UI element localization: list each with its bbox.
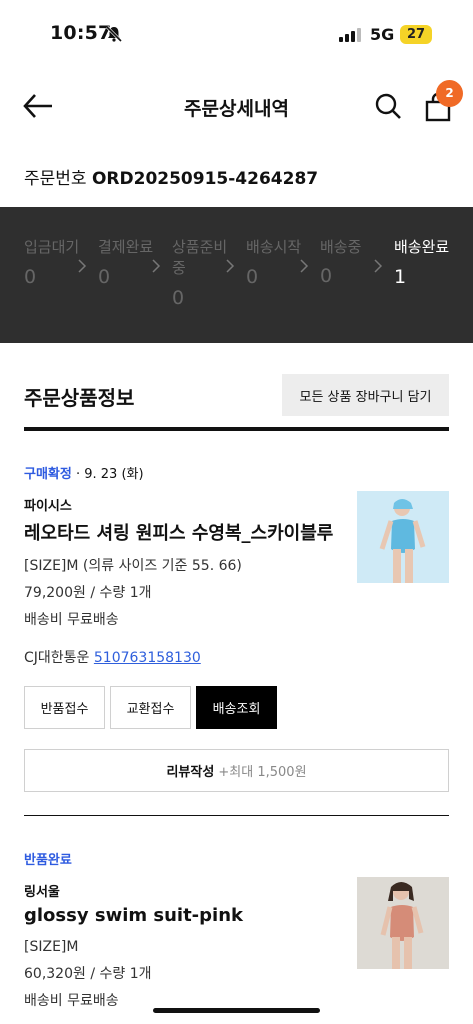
exchange-request-button[interactable]: 교환접수 bbox=[110, 686, 191, 729]
chevron-right-icon bbox=[226, 259, 235, 273]
app-header: 주문상세내역 2 bbox=[0, 80, 473, 136]
step-count: 0 bbox=[246, 266, 259, 288]
step-label: 상품준비중 bbox=[172, 238, 228, 277]
item-status: 구매확정 bbox=[24, 467, 72, 482]
return-request-button[interactable]: 반품접수 bbox=[24, 686, 105, 729]
track-delivery-button[interactable]: 배송조회 bbox=[196, 686, 277, 729]
clock: 10:57 bbox=[50, 22, 112, 44]
step-count: 1 bbox=[394, 266, 407, 288]
section-title: 주문상품정보 bbox=[24, 386, 135, 410]
carrier-name: CJ대한통운 bbox=[24, 650, 94, 666]
step-count: 0 bbox=[24, 266, 37, 288]
chevron-right-icon bbox=[152, 259, 161, 273]
divider bbox=[24, 427, 449, 431]
tracking-row: CJ대한통운 510763158130 bbox=[24, 647, 201, 667]
product-thumbnail[interactable] bbox=[357, 491, 449, 583]
chevron-right-icon bbox=[374, 259, 383, 273]
step-label: 배송시작 bbox=[246, 238, 302, 256]
item-price-qty: 79,200원 / 수량 1개 bbox=[24, 585, 152, 601]
step-delivered: 배송완료 1 bbox=[394, 237, 454, 288]
step-in-transit: 배송중 0 bbox=[320, 237, 380, 287]
cellular-signal-icon bbox=[339, 28, 361, 42]
status-bar: 10:57 5G 27 bbox=[0, 0, 473, 70]
item-status-line: 구매확정 · 9. 23 (화) bbox=[24, 463, 449, 482]
order-progress-band: 입금대기 0 결제완료 0 상품준비중 0 배송시작 0 배송중 0 배송완료 … bbox=[0, 207, 473, 343]
write-review-button[interactable]: 리뷰작성 +최대 1,500원 bbox=[24, 749, 449, 792]
product-thumbnail[interactable] bbox=[357, 877, 449, 969]
order-item: 구매확정 · 9. 23 (화) 파이시스 레오타드 셔링 원피스 수영복_스카… bbox=[24, 463, 449, 629]
step-label: 입금대기 bbox=[24, 238, 80, 256]
silent-bell-icon bbox=[105, 25, 123, 43]
item-status-line: 반품완료 bbox=[24, 849, 449, 868]
step-label: 결제완료 bbox=[98, 238, 154, 256]
item-status: 반품완료 bbox=[24, 853, 72, 868]
order-item: 반품완료 링서울 glossy swim suit-pink [SIZE]M 6… bbox=[24, 849, 449, 1010]
item-shipping-fee: 배송비 무료배송 bbox=[24, 612, 119, 628]
add-all-to-cart-button[interactable]: 모든 상품 장바구니 담기 bbox=[282, 374, 449, 416]
step-label: 배송중 bbox=[320, 238, 362, 256]
swimsuit-photo-icon bbox=[357, 877, 449, 969]
order-number-row: 주문번호 ORD20250915-4264287 bbox=[24, 164, 318, 189]
order-number-value: ORD20250915-4264287 bbox=[91, 169, 319, 189]
item-date: · 9. 23 (화) bbox=[71, 467, 144, 482]
chevron-right-icon bbox=[300, 259, 309, 273]
step-count: 0 bbox=[172, 287, 185, 309]
step-preparing: 상품준비중 0 bbox=[172, 237, 232, 309]
cart-count-badge: 2 bbox=[436, 80, 463, 107]
review-label: 리뷰작성 bbox=[166, 765, 215, 780]
page-title: 주문상세내역 bbox=[184, 98, 289, 120]
battery-indicator: 27 bbox=[400, 25, 432, 44]
chevron-right-icon bbox=[78, 259, 87, 273]
home-indicator bbox=[153, 1008, 320, 1013]
step-label: 배송완료 bbox=[394, 238, 450, 256]
network-type: 5G bbox=[370, 25, 395, 44]
step-paid: 결제완료 0 bbox=[98, 237, 158, 288]
search-icon[interactable] bbox=[374, 92, 402, 120]
step-shipping-started: 배송시작 0 bbox=[246, 237, 306, 288]
step-count: 0 bbox=[98, 266, 111, 288]
review-reward: +최대 1,500원 bbox=[214, 765, 307, 780]
swimsuit-photo-icon bbox=[357, 491, 449, 583]
divider bbox=[24, 815, 449, 816]
tracking-number-link[interactable]: 510763158130 bbox=[94, 650, 201, 666]
order-number-label: 주문번호 bbox=[24, 169, 87, 189]
step-awaiting-payment: 입금대기 0 bbox=[24, 237, 84, 288]
step-count: 0 bbox=[320, 265, 333, 287]
